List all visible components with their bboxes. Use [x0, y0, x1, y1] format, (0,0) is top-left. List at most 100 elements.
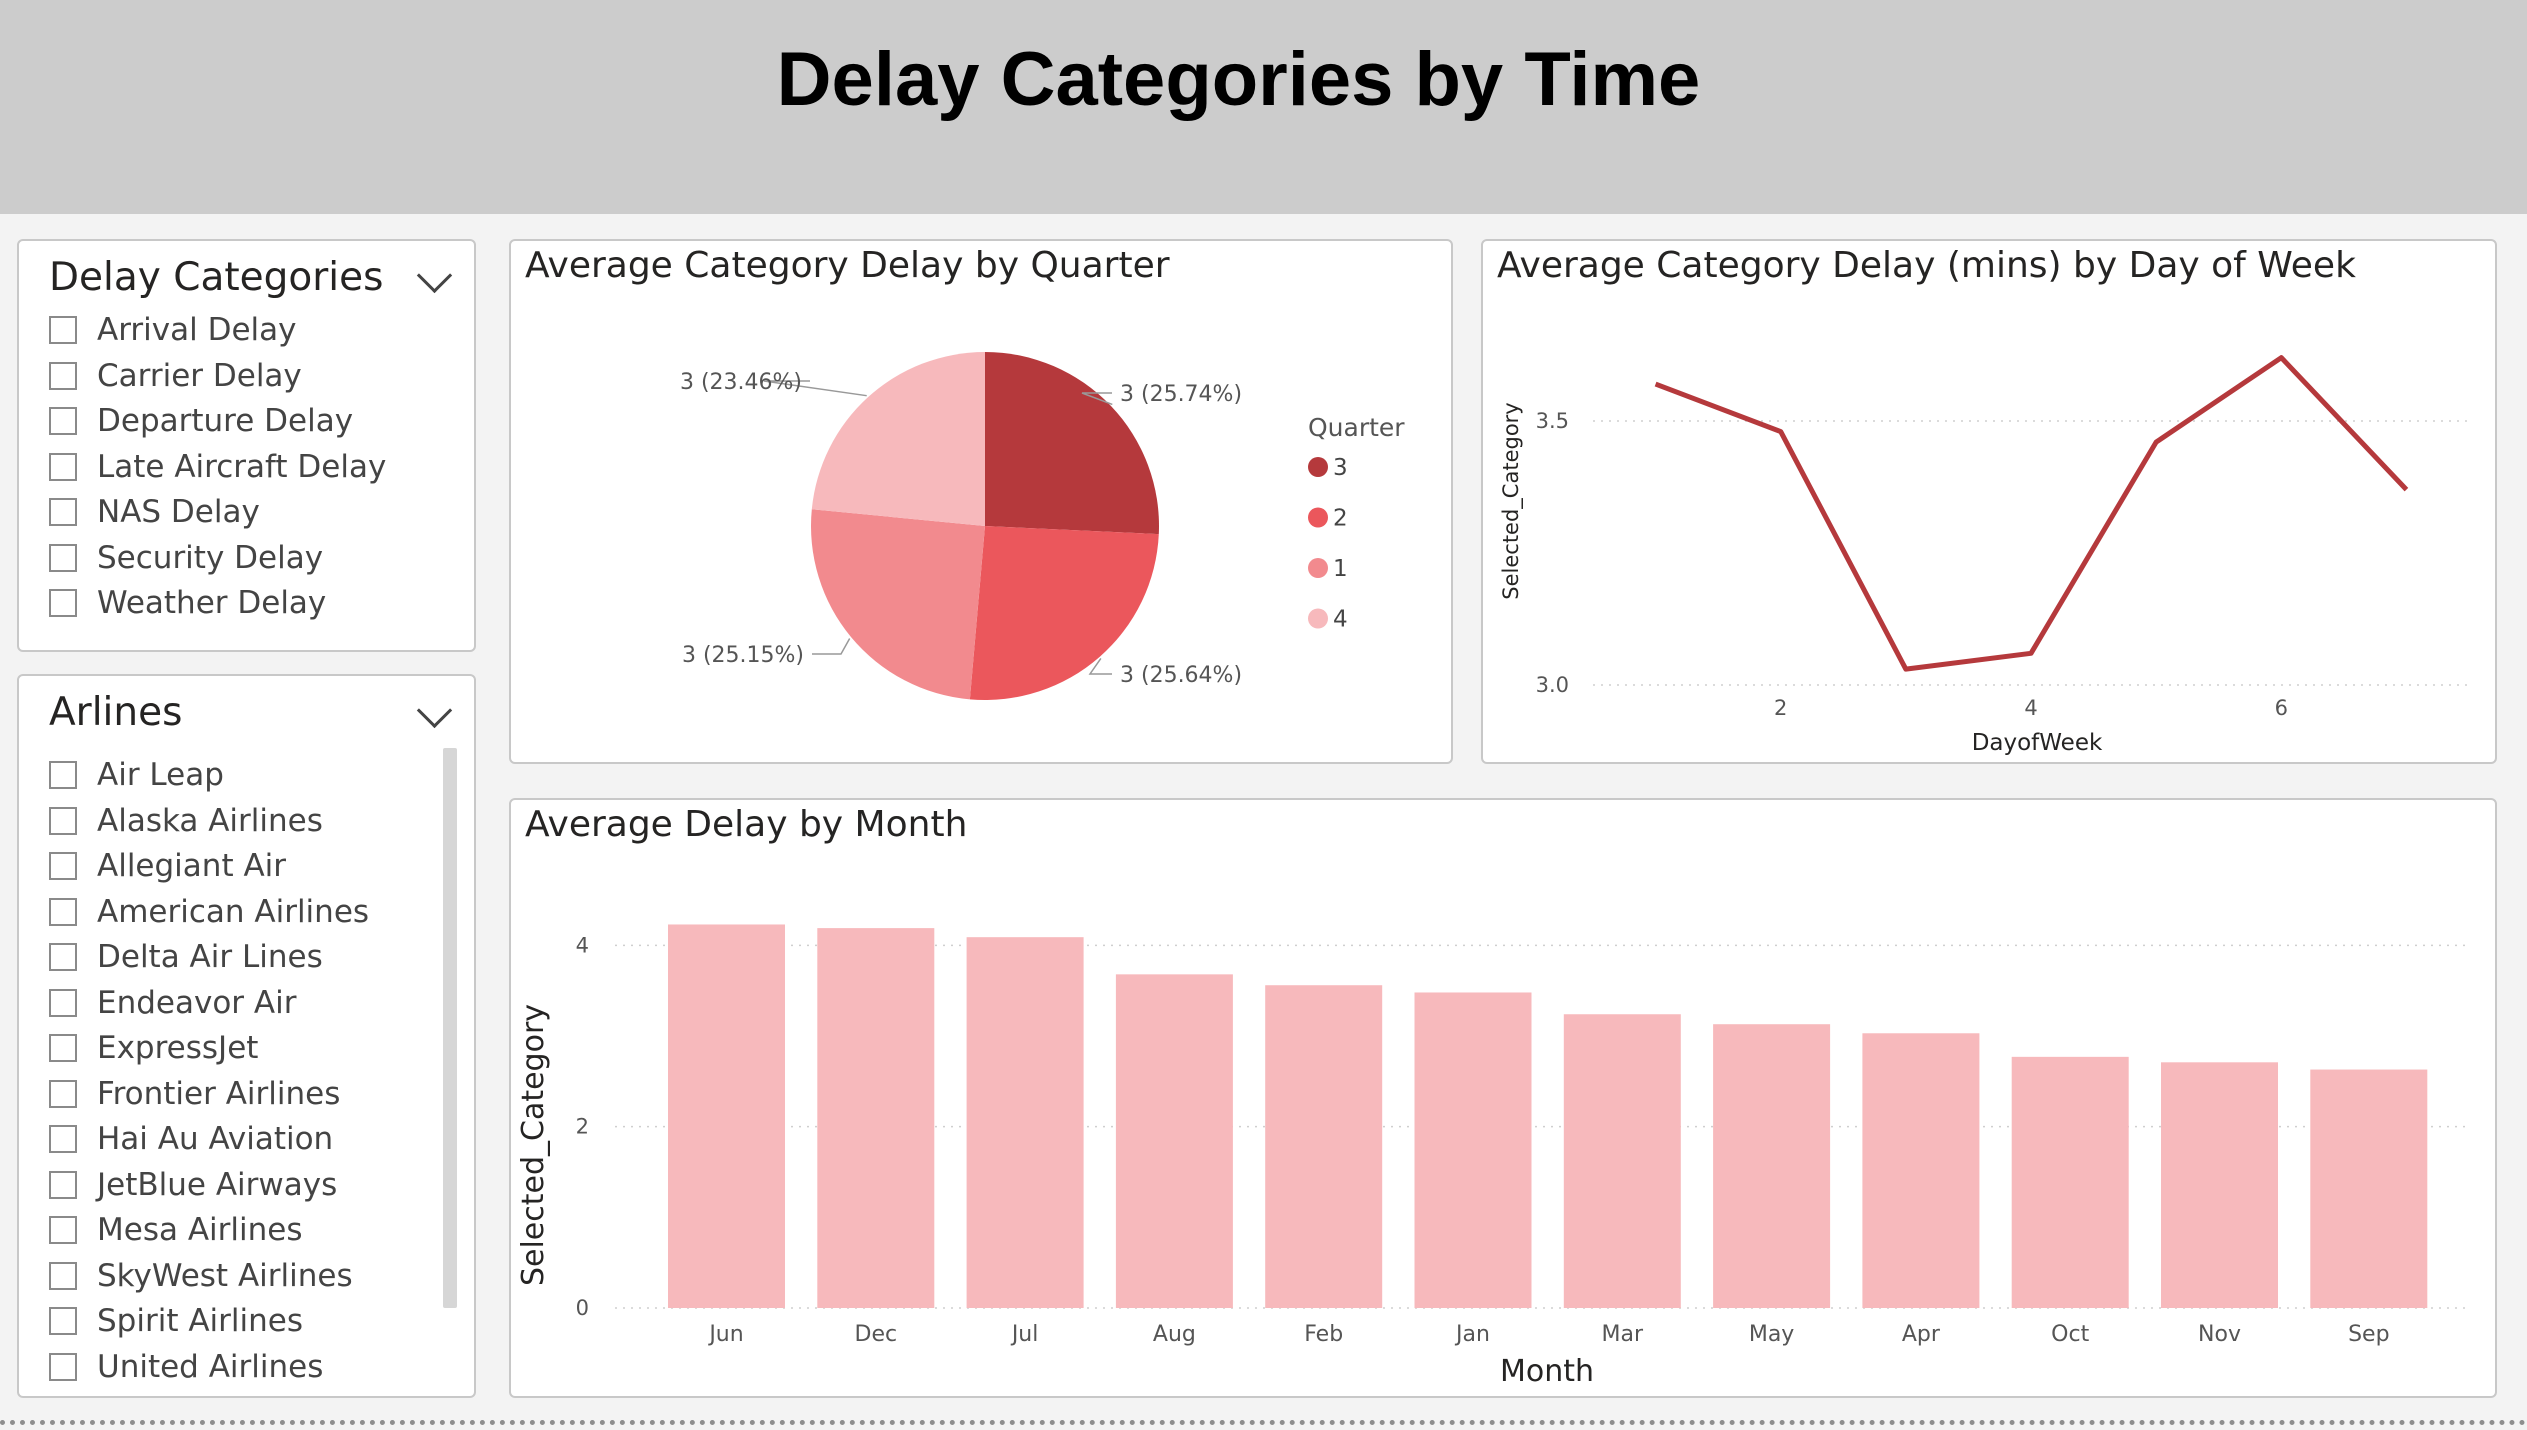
legend-label: 3	[1333, 455, 1348, 481]
x-tick-label: 2	[1774, 696, 1787, 720]
legend-label: 4	[1333, 607, 1348, 633]
slicer-item[interactable]: Delta Air Lines	[49, 937, 323, 977]
slicer-item[interactable]: NAS Delay	[49, 492, 260, 532]
pie-slice	[985, 352, 1159, 535]
slicer-item-label: Security Delay	[97, 539, 324, 576]
checkbox[interactable]	[49, 1216, 77, 1244]
y-axis-title: Selected_Category	[1499, 402, 1524, 599]
scrollbar[interactable]	[443, 748, 457, 1308]
slicer-item[interactable]: Departure Delay	[49, 401, 353, 441]
slicer-item[interactable]: Spirit Airlines	[49, 1301, 303, 1341]
report-header: Delay Categories by Time	[0, 0, 2527, 214]
checkbox[interactable]	[49, 361, 77, 390]
slicer-item[interactable]: JetBlue Airways	[49, 1165, 337, 1205]
slicer-item[interactable]: Frontier Airlines	[49, 1074, 340, 1114]
checkbox[interactable]	[49, 452, 77, 481]
slicer-item[interactable]: Hai Au Aviation	[49, 1119, 333, 1159]
y-tick-label: 3.5	[1536, 409, 1569, 433]
slicer-item[interactable]: United Airlines	[49, 1347, 323, 1387]
slicer-item[interactable]: Endeavor Air	[49, 983, 296, 1023]
legend-marker	[1308, 457, 1328, 477]
x-tick-label: 6	[2275, 696, 2288, 720]
checkbox[interactable]	[49, 943, 77, 971]
checkbox[interactable]	[49, 1170, 77, 1199]
slicer-item-label: NAS Delay	[97, 494, 260, 530]
data-label: 3 (25.64%)	[1120, 663, 1242, 688]
series-line	[1654, 355, 2409, 672]
slicer-item[interactable]: Carrier Delay	[49, 356, 302, 396]
chevron-down-icon[interactable]	[416, 692, 453, 729]
slicer-item[interactable]: Air Leap	[49, 755, 224, 795]
legend-marker	[1308, 608, 1328, 629]
slicer-item[interactable]: Allegiant Air	[49, 846, 286, 886]
checkbox[interactable]	[49, 589, 77, 617]
bar	[1862, 1033, 1980, 1308]
airlines-slicer: Arlines Air Leap Alaska Airlines Allegiant…	[17, 674, 476, 1398]
slicer-item-label: Weather Delay	[97, 585, 327, 621]
x-tick-label: Aug	[1153, 1322, 1196, 1347]
y-tick-label: 2	[576, 1115, 589, 1139]
checkbox[interactable]	[49, 897, 77, 926]
checkbox[interactable]	[49, 1261, 77, 1290]
slicer-item[interactable]: Mesa Airlines	[49, 1210, 302, 1250]
slicer-item-label: United Airlines	[97, 1348, 324, 1385]
checkbox[interactable]	[49, 316, 77, 344]
checkbox[interactable]	[49, 852, 77, 880]
bar	[1414, 992, 1532, 1308]
y-axis-title: Selected_Category	[516, 1004, 551, 1286]
slicer-item[interactable]: Late Aircraft Delay	[49, 447, 386, 487]
checkbox[interactable]	[49, 407, 77, 435]
slicer-item[interactable]: ExpressJet	[49, 1028, 258, 1068]
bar	[1115, 974, 1233, 1308]
slicer-item[interactable]: SkyWest Airlines	[49, 1256, 353, 1296]
checkbox[interactable]	[49, 988, 77, 1017]
x-tick-label: Mar	[1602, 1322, 1644, 1347]
checkbox[interactable]	[49, 543, 77, 572]
x-tick-label: Feb	[1304, 1322, 1343, 1347]
pie-slice	[811, 352, 985, 526]
bar	[2310, 1069, 2428, 1308]
bar-chart-visual: Average Delay by Month 0 2 4 Jun Dec Jul Aug Fe…	[509, 798, 2497, 1398]
x-tick-label: May	[1749, 1322, 1794, 1347]
slicer-item-label: ExpressJet	[97, 1030, 259, 1066]
x-tick-label: Jan	[1454, 1322, 1490, 1347]
slicer-item[interactable]: Arrival Delay	[49, 310, 296, 350]
bar	[2161, 1062, 2278, 1308]
checkbox[interactable]	[49, 1125, 77, 1153]
x-tick-label: Jul	[1010, 1322, 1039, 1347]
slicer-item-label: Alaska Airlines	[97, 802, 323, 839]
y-tick-label: 3.0	[1536, 673, 1569, 697]
delay-categories-slicer: Delay Categories Arrival Delay Carrier De…	[17, 239, 476, 652]
checkbox[interactable]	[49, 1307, 77, 1335]
line-chart: 3.0 3.5 2 4 6 DayofWeek Selected_Category	[1499, 355, 2469, 756]
slicer-item-label: JetBlue Airways	[97, 1166, 338, 1203]
data-label: 3 (25.15%)	[682, 643, 804, 668]
slicer-item[interactable]: Security Delay	[49, 538, 323, 578]
slicer-item-label: American Airlines	[97, 893, 370, 930]
slicer-item-label: Spirit Airlines	[97, 1303, 303, 1339]
checkbox[interactable]	[49, 1352, 77, 1381]
slicer-item[interactable]: Alaska Airlines	[49, 801, 323, 841]
slicer-item-label: Endeavor Air	[97, 984, 297, 1021]
legend-label: 1	[1333, 556, 1348, 582]
data-label: 3 (25.74%)	[1120, 382, 1242, 407]
y-tick-label: 0	[576, 1296, 589, 1320]
checkbox[interactable]	[49, 1034, 77, 1062]
x-tick-label: 4	[2024, 696, 2037, 720]
checkbox[interactable]	[49, 498, 77, 526]
legend-marker	[1308, 558, 1328, 578]
checkbox[interactable]	[49, 761, 77, 789]
checkbox[interactable]	[49, 1079, 77, 1108]
checkbox[interactable]	[49, 806, 77, 835]
chevron-down-icon[interactable]	[416, 257, 453, 294]
slicer-item-label: Mesa Airlines	[97, 1212, 303, 1248]
y-tick-label: 4	[576, 933, 589, 957]
slicer-item[interactable]: American Airlines	[49, 892, 369, 932]
slicer-item-label: Delta Air Lines	[97, 939, 323, 975]
slicer-item[interactable]: Weather Delay	[49, 583, 326, 623]
page-bottom-border	[0, 1420, 2527, 1425]
pie-chart-visual: Average Category Delay by Quarter 3 (25.…	[509, 239, 1453, 764]
bar	[1713, 1024, 1831, 1308]
legend-title: Quarter	[1308, 413, 1405, 442]
legend-label: 2	[1333, 506, 1348, 532]
